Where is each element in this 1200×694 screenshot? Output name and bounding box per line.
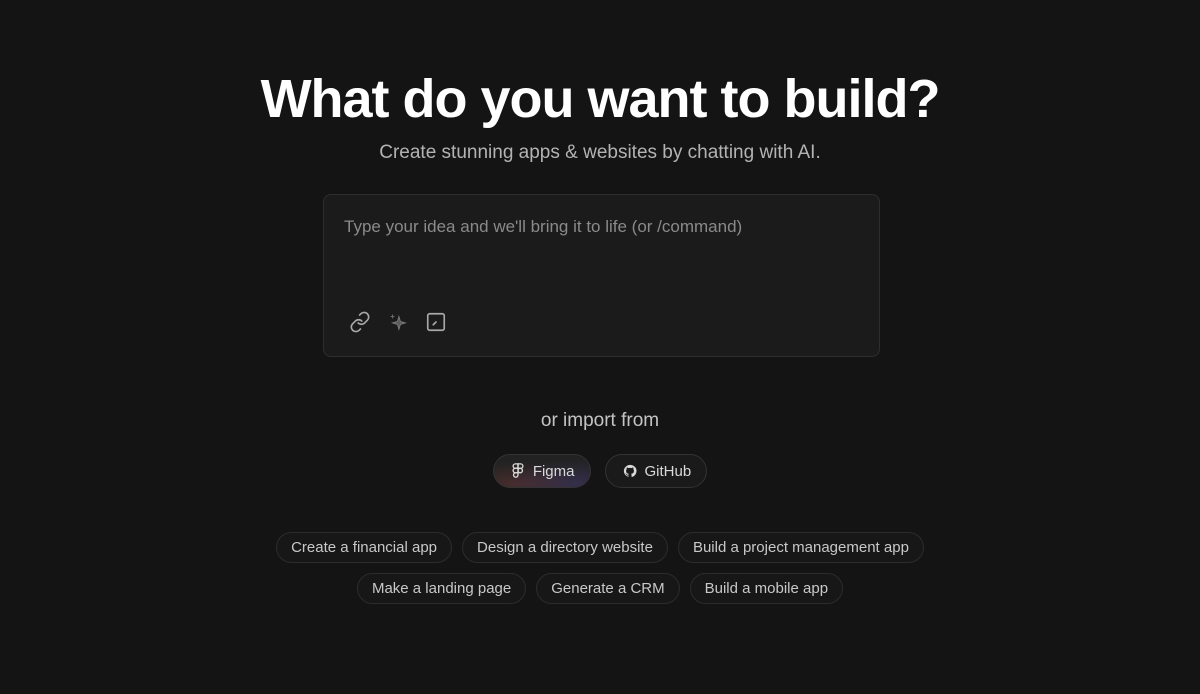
attach-link-button[interactable]: [348, 310, 372, 334]
link-icon: [350, 311, 370, 333]
enhance-prompt-button[interactable]: [386, 310, 410, 334]
page-subtitle: Create stunning apps & websites by chatt…: [379, 142, 821, 163]
github-icon: [623, 463, 637, 479]
import-github-label: GitHub: [644, 462, 692, 480]
figma-icon: [511, 463, 525, 479]
prompt-box: [323, 194, 880, 357]
import-sources: Figma GitHub: [0, 454, 1200, 488]
suggestion-row-2: Make a landing page Generate a CRM Build…: [0, 573, 1200, 604]
import-github-button[interactable]: GitHub: [604, 454, 708, 488]
prompt-input[interactable]: [324, 195, 879, 295]
import-figma-label: Figma: [532, 462, 575, 480]
page: What do you want to build? Create stunni…: [0, 0, 1200, 694]
select-component-button[interactable]: [424, 310, 448, 334]
edit-square-icon: [426, 312, 446, 332]
page-title: What do you want to build?: [260, 69, 941, 129]
suggestion-row-1: Create a financial app Design a director…: [0, 532, 1200, 563]
import-label: or import from: [540, 410, 660, 431]
suggestion-chip[interactable]: Build a project management app: [677, 532, 924, 563]
suggestion-chip[interactable]: Design a directory website: [462, 532, 668, 563]
suggestion-chip[interactable]: Create a financial app: [276, 532, 453, 563]
import-figma-button[interactable]: Figma: [492, 454, 591, 488]
suggestion-chip[interactable]: Generate a CRM: [536, 573, 680, 604]
sparkles-icon: [389, 313, 407, 331]
suggestion-chip[interactable]: Make a landing page: [356, 573, 527, 604]
suggestion-chip[interactable]: Build a mobile app: [689, 573, 844, 604]
prompt-toolbar: [348, 310, 462, 334]
